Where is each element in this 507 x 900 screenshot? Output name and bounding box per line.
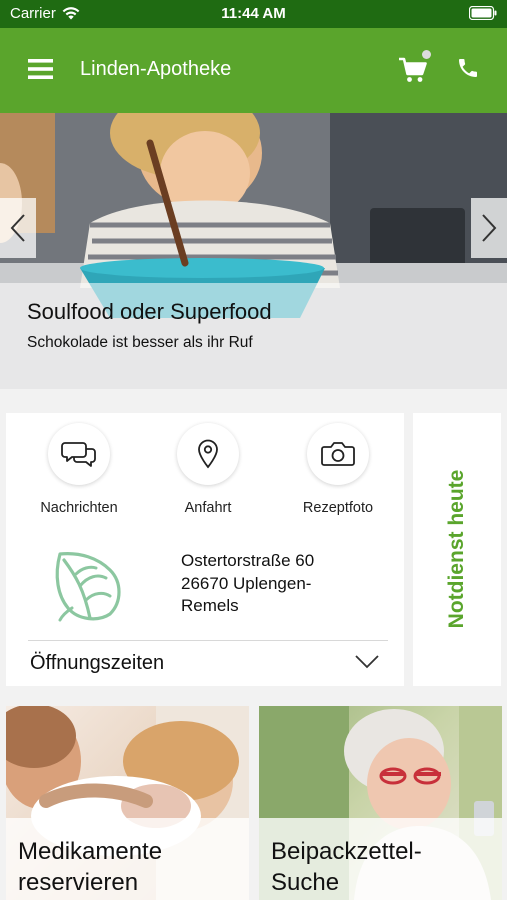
reserve-medication-tile[interactable]: Medikamente reservieren <box>6 706 249 900</box>
reserve-medication-label: Medikamente reservieren <box>18 836 243 898</box>
app-title: Linden-Apotheke <box>80 58 232 80</box>
chevron-down-icon <box>355 655 379 669</box>
pharmacy-leaf-logo <box>55 552 121 622</box>
address-city-line1: 26670 Uplengen- <box>181 573 312 593</box>
pharmacy-info-card: Nachrichten Anfahrt Rezeptfoto Ostertors… <box>6 413 404 686</box>
menu-icon[interactable] <box>28 58 53 80</box>
prescription-photo-label: Rezeptfoto <box>302 500 374 516</box>
camera-icon <box>321 442 355 466</box>
directions-label: Anfahrt <box>184 500 232 516</box>
chat-bubbles-icon <box>61 442 96 467</box>
tile-label-line: reservieren <box>18 869 139 896</box>
directions-button[interactable]: Anfahrt <box>153 423 263 516</box>
prescription-photo-button[interactable]: Rezeptfoto <box>283 423 393 516</box>
cart-icon[interactable] <box>398 56 428 84</box>
slider-prev-button[interactable] <box>0 198 36 258</box>
tile-label-line: Suche <box>271 869 340 896</box>
opening-hours-toggle[interactable]: Öffnungszeiten <box>6 641 404 686</box>
emergency-duty-button[interactable]: Notdienst heute <box>413 413 501 686</box>
emergency-duty-label: Notdienst heute <box>445 469 468 629</box>
pharmacy-address: Ostertorstraße 60 26670 Uplengen- Remels <box>181 550 314 618</box>
address-street: Ostertorstraße 60 <box>181 551 315 570</box>
battery-icon <box>469 6 497 20</box>
cart-badge <box>422 50 431 59</box>
hero-subtitle: Schokolade ist besser als ihr Ruf <box>27 334 253 351</box>
chevron-left-icon <box>10 214 25 242</box>
slider-next-button[interactable] <box>471 198 507 258</box>
tile-label-line: Medikamente <box>18 838 163 865</box>
directions-icon-circle <box>177 423 239 485</box>
opening-hours-label: Öffnungszeiten <box>30 652 165 674</box>
hero-banner[interactable]: Soulfood oder Superfood Schokolade ist b… <box>0 113 507 389</box>
leaflet-search-label: Beipackzettel- Suche <box>271 836 496 898</box>
status-time: 11:44 AM <box>221 5 286 22</box>
leaflet-search-tile[interactable]: Beipackzettel- Suche <box>259 706 502 900</box>
messages-label: Nachrichten <box>40 500 118 516</box>
messages-button[interactable]: Nachrichten <box>24 423 134 516</box>
messages-icon-circle <box>48 423 110 485</box>
status-bar: Carrier 11:44 AM <box>0 0 507 28</box>
app-bar: Linden-Apotheke <box>0 28 507 113</box>
prescription-photo-icon-circle <box>307 423 369 485</box>
map-pin-icon <box>198 439 218 469</box>
chevron-right-icon <box>482 214 497 242</box>
tile-label-line: Beipackzettel- <box>271 838 422 865</box>
hero-title: Soulfood oder Superfood <box>27 299 272 324</box>
address-city-line2: Remels <box>181 596 239 615</box>
phone-icon[interactable] <box>456 56 480 80</box>
